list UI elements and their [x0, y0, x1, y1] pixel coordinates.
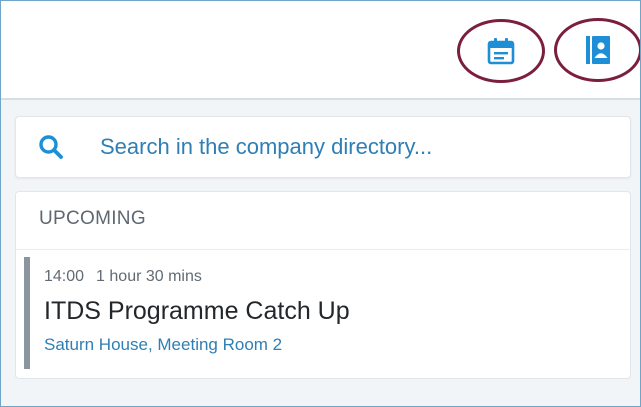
upcoming-card: UPCOMING 14:00 1 hour 30 mins ITDS Progra… — [15, 191, 631, 379]
meeting-duration: 1 hour 30 mins — [96, 268, 202, 285]
meeting-title: ITDS Programme Catch Up — [44, 297, 350, 325]
header-bar — [1, 1, 640, 100]
meeting-meta: 14:00 1 hour 30 mins — [44, 268, 202, 286]
meeting-time: 14:00 — [44, 268, 85, 285]
meeting-location: Saturn House, Meeting Room 2 — [44, 335, 283, 354]
directory-search[interactable] — [15, 116, 631, 178]
search-input[interactable] — [100, 129, 610, 165]
contact-book-icon — [586, 36, 610, 64]
meeting-status-bar — [24, 257, 30, 369]
search-icon — [39, 135, 63, 159]
upcoming-header: UPCOMING — [16, 192, 630, 250]
calendar-icon — [487, 38, 515, 65]
calendar-button[interactable] — [457, 19, 545, 83]
upcoming-title: UPCOMING — [39, 208, 146, 229]
meeting-item[interactable]: 14:00 1 hour 30 mins ITDS Programme Catch… — [24, 257, 614, 369]
directory-button[interactable] — [554, 18, 640, 82]
app-frame: UPCOMING 14:00 1 hour 30 mins ITDS Progra… — [0, 0, 641, 407]
